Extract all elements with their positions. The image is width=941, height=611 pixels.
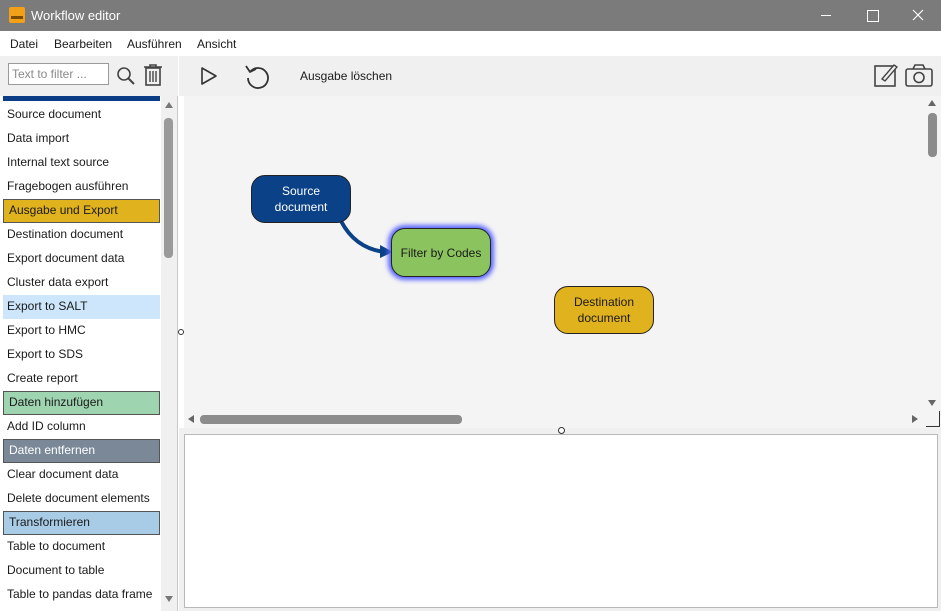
- scroll-right-icon[interactable]: [912, 415, 918, 423]
- list-item-export-to-hmc[interactable]: Export to HMC: [3, 319, 160, 343]
- window-title: Workflow editor: [31, 8, 121, 23]
- canvas-vscroll-thumb[interactable]: [928, 113, 937, 157]
- list-item-create-report[interactable]: Create report: [3, 367, 160, 391]
- scroll-down-icon[interactable]: [928, 400, 936, 406]
- menu-datei[interactable]: Datei: [10, 37, 38, 51]
- horizontal-splitter-handle[interactable]: [558, 427, 565, 434]
- node-source-document[interactable]: Source document: [251, 175, 351, 223]
- list-item-partial[interactable]: [3, 96, 160, 101]
- app-logo-icon: [9, 7, 25, 23]
- list-item-table-to-pandas[interactable]: Table to pandas data frame: [3, 583, 160, 607]
- scroll-left-icon[interactable]: [188, 415, 194, 423]
- minimize-button[interactable]: [803, 0, 849, 31]
- draw-icon[interactable]: [874, 63, 898, 87]
- category-transformieren[interactable]: Transformieren: [3, 511, 160, 535]
- scroll-up-icon[interactable]: [165, 102, 173, 108]
- list-item-export-document-data[interactable]: Export document data: [3, 247, 160, 271]
- category-ausgabe-und-export[interactable]: Ausgabe und Export: [3, 199, 160, 223]
- canvas-vertical-scrollbar[interactable]: [924, 96, 941, 411]
- list-item-internal-text-source[interactable]: Internal text source: [3, 151, 160, 175]
- list-item-add-id-column[interactable]: Add ID column: [3, 415, 160, 439]
- canvas-horizontal-scrollbar[interactable]: [184, 411, 924, 428]
- category-daten-entfernen[interactable]: Daten entfernen: [3, 439, 160, 463]
- list-item-clear-document-data[interactable]: Clear document data: [3, 463, 160, 487]
- list-item-fragebogen-ausfuehren[interactable]: Fragebogen ausführen: [3, 175, 160, 199]
- close-icon: [912, 9, 924, 21]
- scroll-down-icon[interactable]: [165, 596, 173, 602]
- list-scrollbar[interactable]: [161, 96, 177, 611]
- menu-ausfuehren[interactable]: Ausführen: [127, 37, 182, 51]
- node-destination-document[interactable]: Destination document: [554, 286, 654, 334]
- trash-icon[interactable]: [142, 63, 164, 87]
- list-item-delete-document-elements[interactable]: Delete document elements: [3, 487, 160, 511]
- node-filter-by-codes[interactable]: Filter by Codes: [391, 228, 491, 277]
- list-item-data-import[interactable]: Data import: [3, 127, 160, 151]
- title-bar: Workflow editor: [0, 0, 941, 31]
- close-button[interactable]: [895, 0, 941, 31]
- reset-icon[interactable]: [244, 63, 272, 89]
- list-item-export-to-sds[interactable]: Export to SDS: [3, 343, 160, 367]
- list-item-document-to-table[interactable]: Document to table: [3, 559, 160, 583]
- menu-ansicht[interactable]: Ansicht: [197, 37, 236, 51]
- output-panel[interactable]: [184, 434, 938, 608]
- list-item-cluster-data-export[interactable]: Cluster data export: [3, 271, 160, 295]
- scroll-up-icon[interactable]: [928, 100, 936, 106]
- list-scroll-thumb[interactable]: [164, 118, 173, 258]
- resize-corner: [924, 411, 941, 428]
- list-item-source-document[interactable]: Source document: [3, 103, 160, 127]
- canvas-hscroll-thumb[interactable]: [200, 415, 462, 424]
- filter-input[interactable]: [8, 63, 109, 85]
- menu-bearbeiten[interactable]: Bearbeiten: [54, 37, 112, 51]
- list-item-export-to-salt[interactable]: Export to SALT: [3, 295, 160, 319]
- menu-bar: Datei Bearbeiten Ausführen Ansicht: [0, 31, 941, 56]
- list-item-destination-document[interactable]: Destination document: [3, 223, 160, 247]
- search-icon[interactable]: [116, 66, 136, 86]
- play-icon[interactable]: [199, 65, 219, 87]
- maximize-button[interactable]: [849, 0, 895, 31]
- camera-icon[interactable]: [905, 63, 933, 87]
- node-list: Source document Data import Internal tex…: [0, 96, 178, 611]
- node-filter-bar: [0, 56, 178, 96]
- workflow-toolbar: Ausgabe löschen: [179, 56, 941, 96]
- clear-output-button[interactable]: Ausgabe löschen: [300, 69, 392, 83]
- category-daten-hinzufuegen[interactable]: Daten hinzufügen: [3, 391, 160, 415]
- list-item-table-to-document[interactable]: Table to document: [3, 535, 160, 559]
- workflow-canvas[interactable]: [184, 96, 924, 411]
